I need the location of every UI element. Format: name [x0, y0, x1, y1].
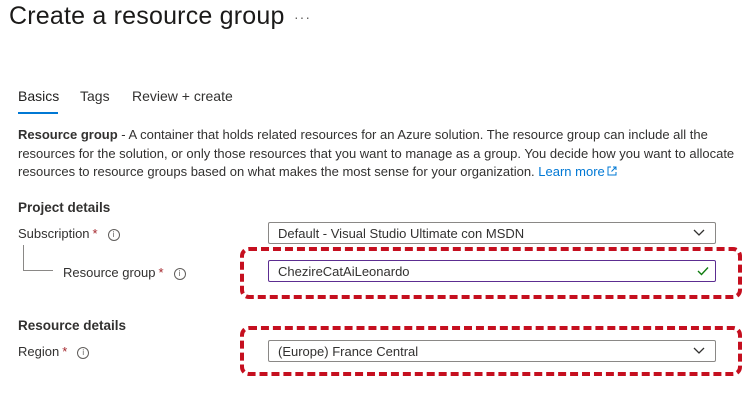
info-icon[interactable]: i [107, 229, 120, 241]
tab-review-create[interactable]: Review + create [132, 88, 233, 104]
required-marker: * [62, 344, 68, 359]
page-title: Create a resource group [9, 2, 285, 30]
active-tab-indicator [18, 112, 58, 114]
learn-more-link[interactable]: Learn more [538, 164, 617, 179]
tree-connector-horizontal [23, 270, 53, 271]
region-dropdown[interactable]: (Europe) France Central [268, 340, 716, 362]
subscription-dropdown[interactable]: Default - Visual Studio Ultimate con MSD… [268, 222, 716, 244]
resource-details-heading: Resource details [18, 318, 127, 333]
description-term: Resource group [18, 127, 118, 142]
resource-group-label: Resource group * i [63, 265, 186, 280]
resource-group-label-text: Resource group [63, 265, 156, 280]
tab-basics[interactable]: Basics [18, 88, 60, 114]
more-options-button[interactable]: ··· [294, 9, 311, 25]
required-marker: * [92, 226, 98, 241]
info-icon[interactable]: i [77, 347, 90, 359]
chevron-down-icon [693, 229, 705, 236]
region-value: (Europe) France Central [278, 344, 419, 359]
resource-group-input[interactable]: ChezireCatAiLeonardo [268, 260, 716, 282]
resource-group-value: ChezireCatAiLeonardo [278, 264, 410, 279]
subscription-value: Default - Visual Studio Ultimate con MSD… [278, 226, 525, 241]
subscription-label-text: Subscription [18, 226, 90, 241]
region-label-text: Region [18, 344, 60, 359]
project-details-heading: Project details [18, 200, 111, 215]
subscription-label: Subscription * i [18, 226, 120, 241]
required-marker: * [158, 265, 164, 280]
chevron-down-icon [693, 347, 705, 354]
resource-group-description: Resource group - A container that holds … [18, 126, 738, 182]
checkmark-icon [697, 267, 709, 276]
tree-connector-vertical [23, 245, 24, 270]
external-link-icon [607, 166, 617, 176]
info-icon[interactable]: i [173, 268, 186, 280]
learn-more-label: Learn more [538, 164, 605, 179]
region-label: Region * i [18, 344, 90, 359]
tab-basics-label: Basics [18, 88, 60, 104]
tab-tags[interactable]: Tags [80, 88, 110, 104]
description-text: - A container that holds related resourc… [18, 127, 735, 179]
